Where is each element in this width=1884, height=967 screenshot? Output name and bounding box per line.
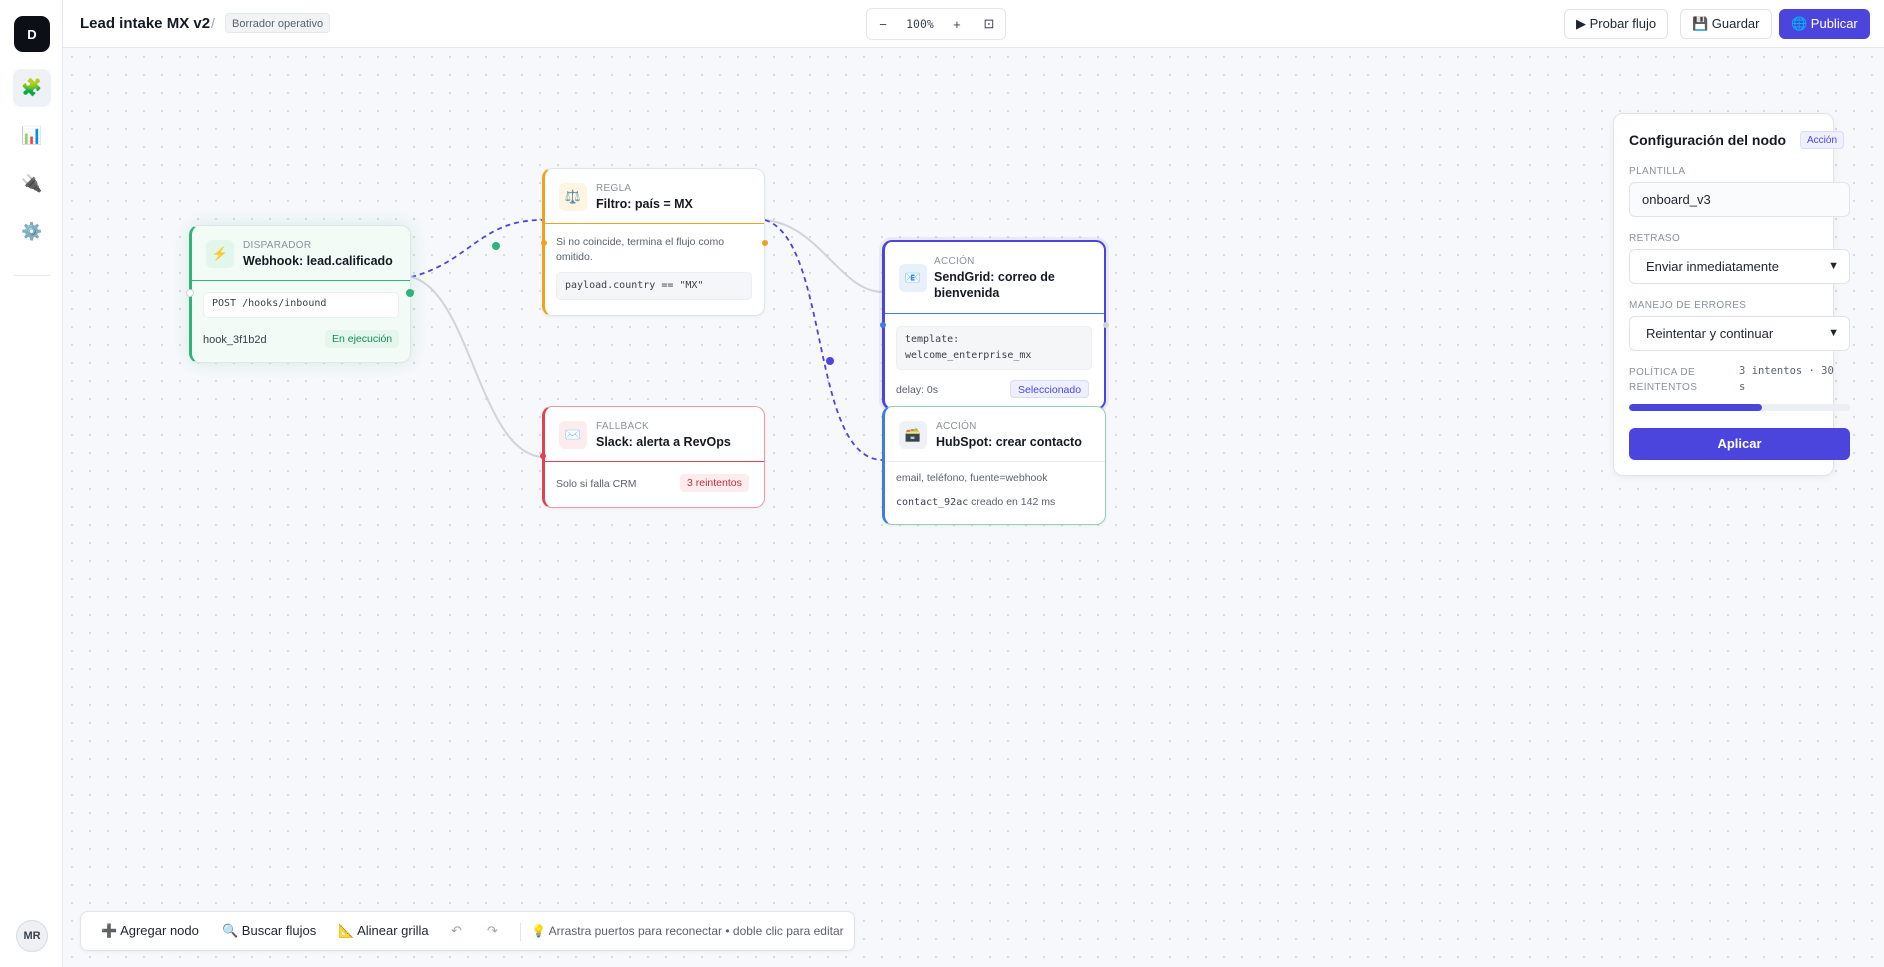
left-rail: D 🧩 📊 🔌 ⚙️ MR xyxy=(0,0,63,967)
fallback-note: Solo si falla CRM xyxy=(556,478,637,490)
retry-policy-label: POLÍTICA DE REINTENTOS xyxy=(1629,367,1698,393)
envelope-icon: ✉️ xyxy=(559,421,587,449)
chevron-down-icon: ▼ xyxy=(1828,260,1839,272)
node-trigger[interactable]: ⚡ DISPARADOR Webhook: lead.calificado PO… xyxy=(186,225,414,363)
node-title: HubSpot: crear contacto xyxy=(936,435,1082,449)
align-grid-button[interactable]: 📐 Alinear grilla xyxy=(338,912,429,950)
retry-policy-value: 3 intentos · 30 s xyxy=(1739,365,1834,393)
node-type-label: ACCIÓN xyxy=(934,256,975,267)
test-flow-button[interactable]: ▶ Probar flujo xyxy=(1564,9,1669,39)
node-rule[interactable]: ⚖️ REGLA Filtro: país = MX Si no coincid… xyxy=(541,168,768,316)
node-title: SendGrid: correo de bienvenida xyxy=(934,270,1055,300)
template-code: template: welcome_enterprise_mx xyxy=(896,326,1092,370)
rail-divider xyxy=(14,275,50,276)
result-text: creado en 142 ms xyxy=(971,496,1056,508)
node-type-label: ACCIÓN xyxy=(936,421,977,432)
add-node-button[interactable]: ➕ Agregar nodo xyxy=(101,912,199,950)
breadcrumb-separator: / xyxy=(211,15,215,31)
status-badge: Borrador operativo xyxy=(225,13,331,33)
node-type-label: DISPARADOR xyxy=(243,240,312,251)
webhook-endpoint: POST /hooks/inbound xyxy=(203,292,399,318)
toolbar-hint: 💡 Arrastra puertos para reconectar • dob… xyxy=(531,924,844,938)
panel-type-badge: Acción xyxy=(1800,131,1845,149)
card-box-icon: 🗃️ xyxy=(899,421,927,449)
save-button[interactable]: 💾 Guardar xyxy=(1680,9,1772,39)
webhook-id: hook_3f1b2d xyxy=(203,334,267,346)
node-hubspot[interactable]: 🗃️ ACCIÓN HubSpot: crear contacto email,… xyxy=(882,406,1106,525)
error-handling-select[interactable]: Reintentar y continuar ▼ xyxy=(1629,316,1850,351)
node-fallback[interactable]: ✉️ FALLBACK Slack: alerta a RevOps Solo … xyxy=(540,406,765,508)
lightning-icon: ⚡ xyxy=(206,240,234,268)
node-type-label: REGLA xyxy=(596,183,632,194)
fit-view-icon[interactable]: ⊡ xyxy=(980,16,998,32)
node-type-label: FALLBACK xyxy=(596,421,649,432)
output-port[interactable] xyxy=(406,289,414,297)
input-port[interactable] xyxy=(186,289,194,297)
node-sendgrid[interactable]: 📧 ACCIÓN SendGrid: correo de bienvenida … xyxy=(880,240,1109,410)
input-port[interactable] xyxy=(541,240,547,246)
app-logo[interactable]: D xyxy=(14,16,50,52)
puzzle-icon: 🧩 xyxy=(21,78,43,97)
retries-badge: 3 reintentos xyxy=(680,474,749,492)
rule-expression: payload.country == "MX" xyxy=(556,272,752,300)
chevron-down-icon: ▼ xyxy=(1828,327,1839,339)
publish-button[interactable]: 🌐 Publicar xyxy=(1779,9,1870,39)
bottom-toolbar: ➕ Agregar nodo 🔍 Buscar flujos 📐 Alinear… xyxy=(80,911,855,951)
search-flows-button[interactable]: 🔍 Buscar flujos xyxy=(222,912,316,950)
apply-button[interactable]: Aplicar xyxy=(1629,428,1850,460)
rail-settings-button[interactable]: ⚙️ xyxy=(13,213,51,251)
page-title: Lead intake MX v2 xyxy=(80,15,211,32)
zoom-control: − 100% + ⊡ xyxy=(866,8,1006,40)
chart-icon: 📊 xyxy=(21,126,43,145)
gear-icon: ⚙️ xyxy=(21,222,43,241)
hubspot-result: contact_92ac creado en 142 ms xyxy=(896,496,1055,508)
template-input[interactable]: onboard_v3 xyxy=(1629,182,1850,217)
rule-note: Si no coincide, termina el flujo como om… xyxy=(556,236,725,263)
undo-button[interactable]: ↶ xyxy=(451,912,462,950)
running-status-badge: En ejecución xyxy=(325,330,400,348)
node-config-panel: Configuración del nodo Acción PLANTILLA … xyxy=(1613,113,1850,476)
scale-icon: ⚖️ xyxy=(559,183,587,211)
retry-progress-fill xyxy=(1629,404,1762,411)
delay-select[interactable]: Enviar inmediatamente ▼ xyxy=(1629,249,1850,284)
redo-button[interactable]: ↷ xyxy=(487,912,498,950)
input-port[interactable] xyxy=(540,453,546,459)
email-icon: 📧 xyxy=(899,264,927,292)
rail-workflows-button[interactable]: 🧩 xyxy=(13,69,51,107)
hubspot-fields: email, teléfono, fuente=webhook xyxy=(896,472,1048,484)
plug-icon: 🔌 xyxy=(21,174,43,193)
delay-text: delay: 0s xyxy=(896,384,939,396)
zoom-in-button[interactable]: + xyxy=(948,17,966,32)
selected-badge: Seleccionado xyxy=(1010,380,1090,398)
node-title: Slack: alerta a RevOps xyxy=(596,435,731,449)
rail-integrations-button[interactable]: 🔌 xyxy=(13,165,51,203)
rail-analytics-button[interactable]: 📊 xyxy=(13,117,51,155)
retry-progress-bar xyxy=(1629,404,1850,411)
template-label: PLANTILLA xyxy=(1629,166,1686,177)
zoom-level: 100% xyxy=(906,17,934,31)
output-port[interactable] xyxy=(1103,322,1109,328)
avatar[interactable]: MR xyxy=(16,920,48,952)
node-title: Filtro: país = MX xyxy=(596,197,693,211)
errors-label: MANEJO DE ERRORES xyxy=(1629,300,1747,311)
delay-label: RETRASO xyxy=(1629,233,1681,244)
node-title: Webhook: lead.calificado xyxy=(243,254,393,268)
output-port[interactable] xyxy=(762,240,768,246)
toolbar-divider xyxy=(520,923,521,941)
contact-id: contact_92ac xyxy=(896,497,969,508)
panel-title: Configuración del nodo xyxy=(1629,132,1787,148)
zoom-out-button[interactable]: − xyxy=(874,17,892,32)
input-port[interactable] xyxy=(880,322,886,328)
top-bar: Lead intake MX v2 / Borrador operativo −… xyxy=(63,0,1884,48)
